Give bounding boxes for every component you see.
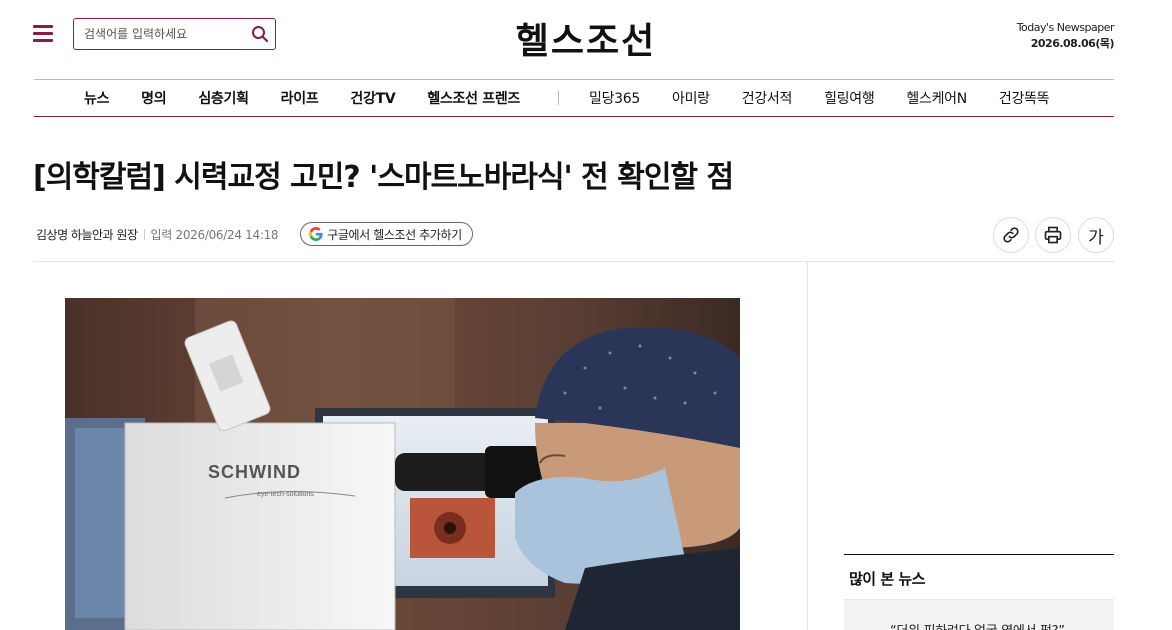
todays-newspaper[interactable]: Today's Newspaper 2026.08.06(목)	[1016, 20, 1115, 52]
nav-item-news[interactable]: 뉴스	[68, 88, 125, 108]
copy-link-button[interactable]	[993, 217, 1029, 253]
article-byline: 김상명 하늘안과 원장 입력 2026/06/24 14:18 구글에서 헬스조…	[36, 222, 473, 246]
main-nav: 뉴스 명의 심층기획 라이프 건강TV 헬스조선 프렌즈 밀당365 아미랑 건…	[34, 79, 1114, 117]
site-logo: 헬스조선	[0, 12, 1172, 64]
google-icon	[309, 227, 323, 241]
column-divider	[807, 262, 808, 630]
popular-news-list: “더위 피하려다 얼굴 옆에서 펑?”…	[844, 599, 1114, 630]
newspaper-date: 2026.08.06(목)	[1030, 37, 1115, 50]
nav-item-doctors[interactable]: 명의	[125, 88, 182, 108]
photo-brand-text: SCHWIND	[208, 462, 301, 482]
add-google-source-label: 구글에서 헬스조선 추가하기	[327, 227, 462, 242]
article-author[interactable]: 김상명 하늘안과 원장	[36, 226, 138, 243]
article-photo-illustration: SCHWIND eye-tech-solutions	[65, 298, 740, 630]
article-title: [의학칼럼] 시력교정 고민? '스마트노바라식' 전 확인할 점	[33, 160, 734, 195]
popular-news-title: 많이 본 뉴스	[849, 570, 925, 588]
article-photo[interactable]: SCHWIND eye-tech-solutions	[65, 298, 740, 630]
newspaper-label: Today's Newspaper	[1016, 21, 1115, 34]
print-button[interactable]	[1035, 217, 1071, 253]
nav-item-healing-travel[interactable]: 힐링여행	[808, 88, 890, 108]
nav-item-friends[interactable]: 헬스조선 프렌즈	[411, 88, 536, 108]
nav-item-health-ddokddok[interactable]: 건강똑똑	[983, 88, 1065, 108]
nav-item-mildang365[interactable]: 밀당365	[573, 88, 656, 108]
font-size-button[interactable]: 가	[1078, 217, 1114, 253]
byline-divider-line	[34, 261, 1114, 262]
font-size-label: 가	[1088, 227, 1104, 248]
link-icon	[1003, 227, 1019, 243]
add-google-source-button[interactable]: 구글에서 헬스조선 추가하기	[300, 222, 473, 246]
article-published-date: 입력 2026/06/24 14:18	[150, 227, 279, 242]
nav-item-healthcare-n[interactable]: 헬스케어N	[890, 88, 983, 108]
logo-text[interactable]: 헬스조선	[516, 12, 656, 64]
nav-item-amirang[interactable]: 아미랑	[656, 88, 726, 108]
nav-item-health-tv[interactable]: 건강TV	[334, 88, 411, 108]
popular-news-item[interactable]: “더위 피하려다 얼굴 옆에서 펑?”…	[844, 600, 1114, 630]
nav-item-in-depth[interactable]: 심층기획	[182, 88, 264, 108]
popular-news: 많이 본 뉴스 “더위 피하려다 얼굴 옆에서 펑?”…	[844, 554, 1114, 630]
site-header: 헬스조선 Today's Newspaper 2026.08.06(목)	[0, 0, 1172, 80]
print-icon	[1044, 226, 1062, 244]
nav-item-health-books[interactable]: 건강서적	[726, 88, 808, 108]
nav-item-life[interactable]: 라이프	[265, 88, 335, 108]
byline-divider	[143, 228, 145, 240]
nav-divider	[558, 91, 560, 105]
